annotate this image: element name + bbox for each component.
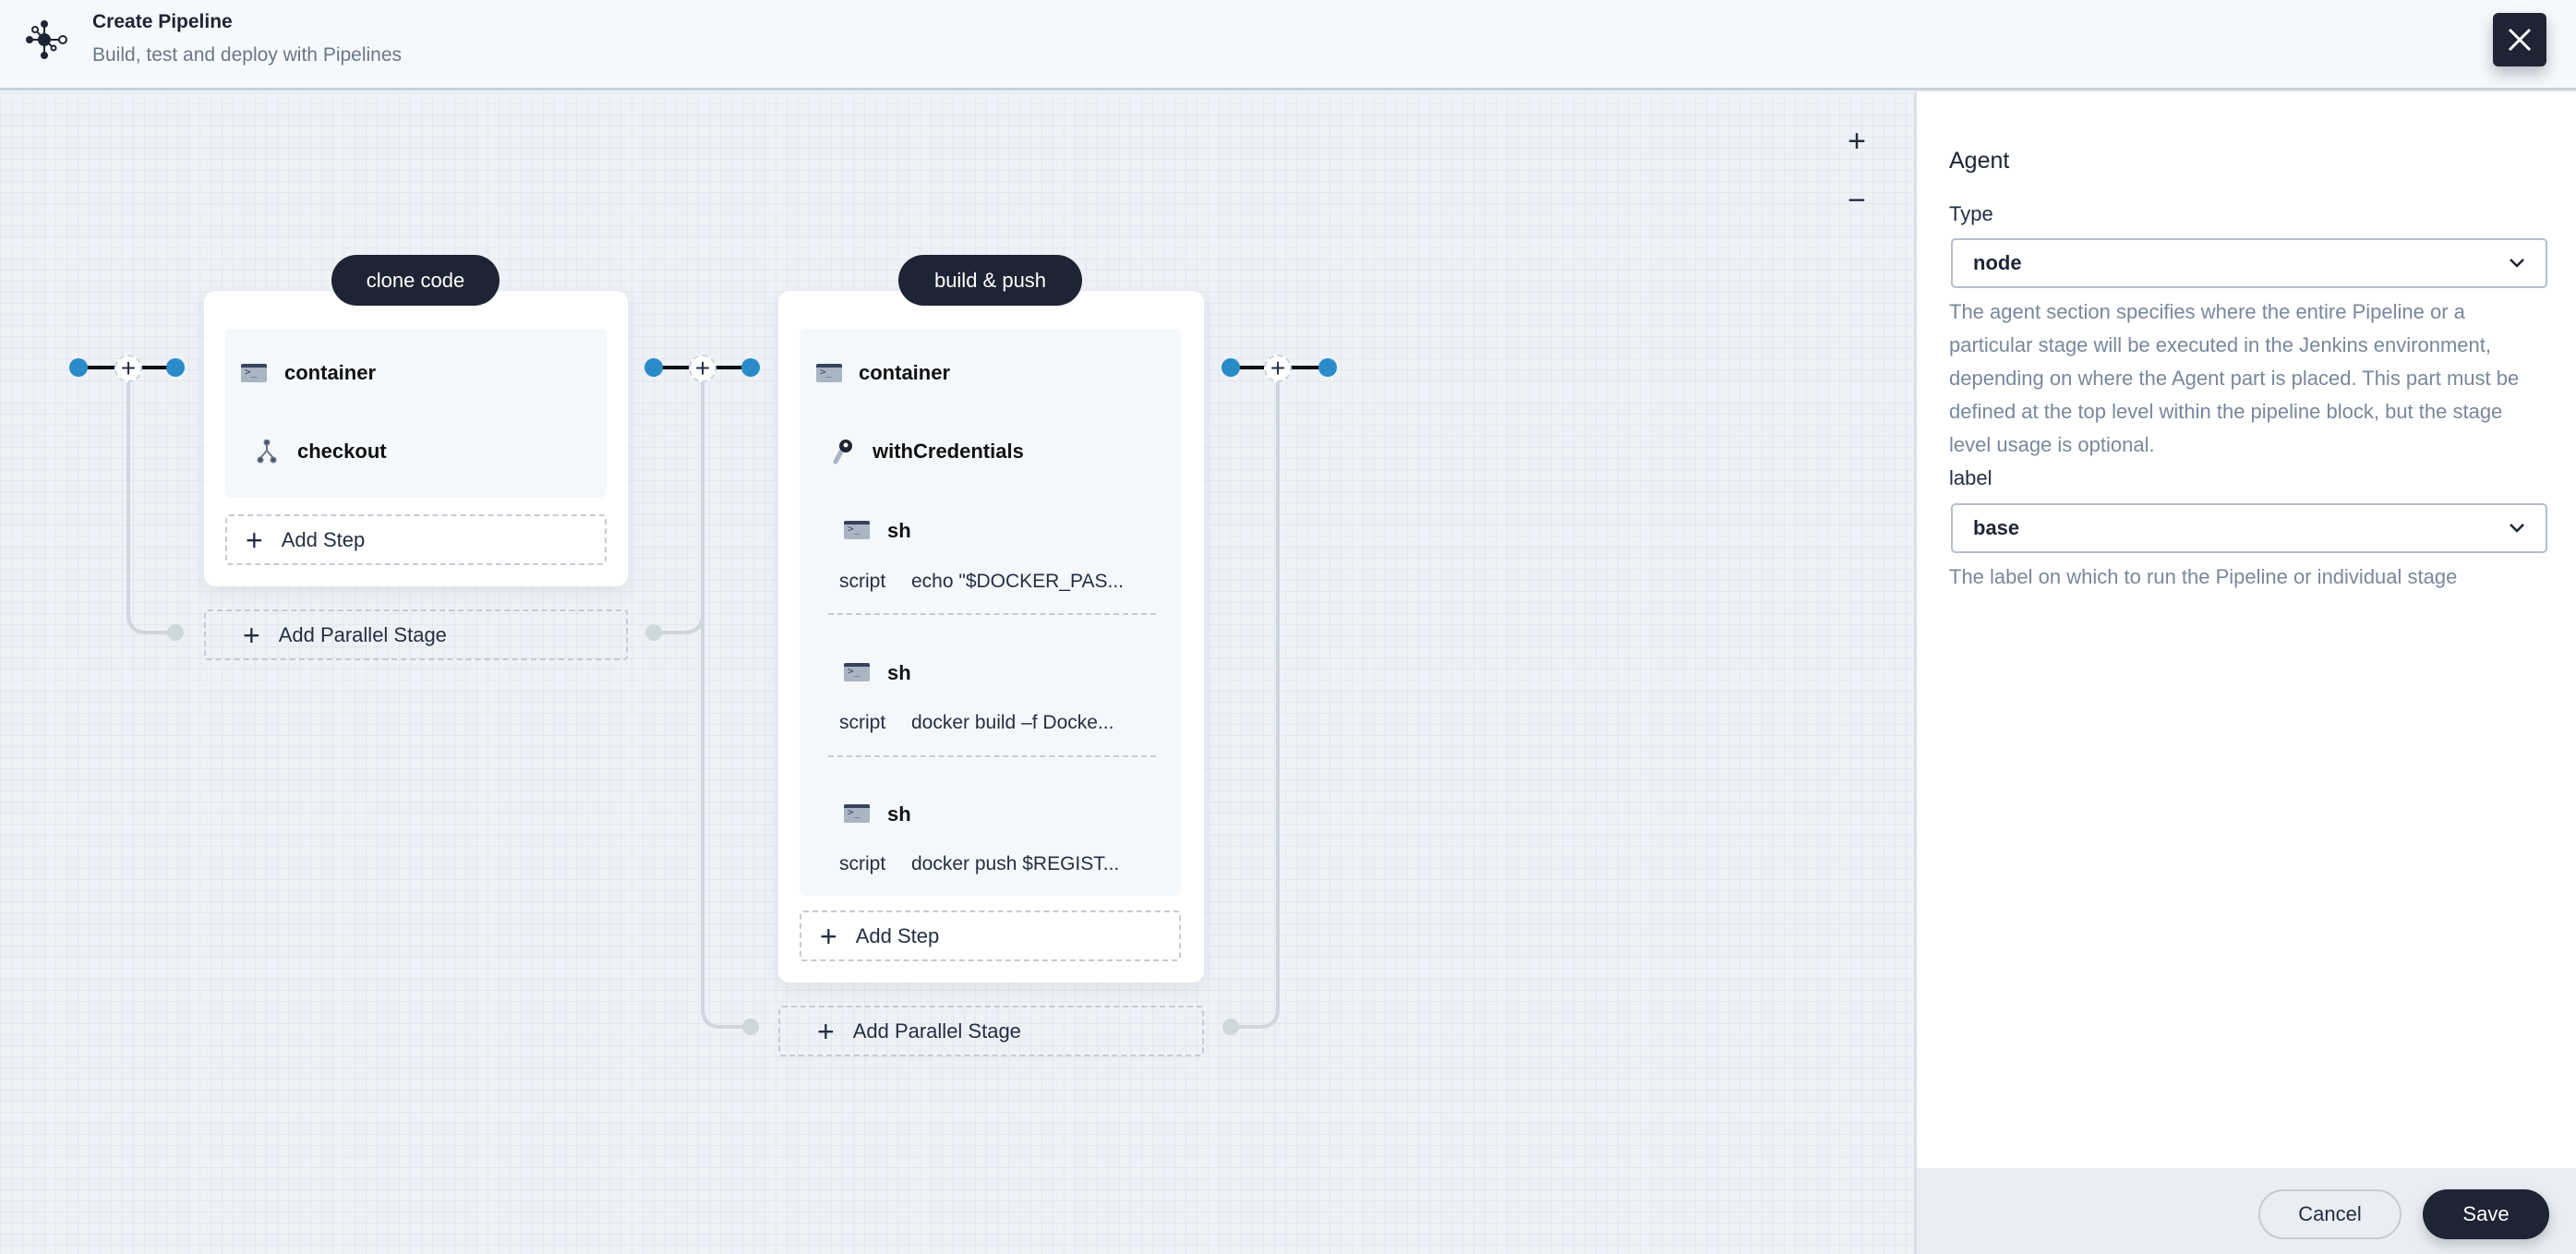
git-branch-icon (257, 440, 277, 464)
plus-icon: + (817, 1014, 835, 1048)
close-button[interactable] (2493, 13, 2546, 66)
step-sh[interactable]: sh (887, 519, 911, 543)
save-button[interactable]: Save (2423, 1189, 2549, 1239)
panel-footer: Cancel Save (1914, 1168, 2576, 1254)
add-step-button[interactable]: + Add Step (225, 514, 607, 565)
add-stage-button[interactable]: + (689, 354, 716, 382)
step-divider (828, 613, 1156, 615)
terminal-icon (816, 364, 842, 382)
add-parallel-label: Add Parallel Stage (852, 1019, 1021, 1043)
step-container[interactable]: container (284, 361, 376, 385)
plus-icon: + (820, 919, 837, 953)
key-icon (833, 440, 852, 464)
label-select-value: base (1973, 516, 2020, 539)
label-description: The label on which to run the Pipeline o… (1949, 565, 2458, 588)
chevron-down-icon (2510, 524, 2524, 533)
add-step-label: Add Step (281, 527, 366, 551)
cancel-button[interactable]: Cancel (2258, 1189, 2401, 1239)
terminal-icon (844, 521, 870, 539)
agent-settings-panel: Agent Type node The agent section specif… (1914, 92, 2576, 1168)
chevron-down-icon (2510, 259, 2524, 268)
step-checkout[interactable]: checkout (297, 440, 387, 464)
label-select[interactable]: base (1951, 503, 2547, 553)
step-param-label: script (839, 853, 886, 874)
step-param-value: echo "$DOCKER_PAS... (911, 571, 1124, 592)
step-container[interactable]: container (859, 361, 950, 385)
add-parallel-label: Add Parallel Stage (278, 622, 447, 646)
step-sh[interactable]: sh (887, 802, 911, 826)
add-parallel-stage-button[interactable]: + Add Parallel Stage (778, 1006, 1204, 1056)
close-icon (2508, 28, 2532, 52)
stage-title[interactable]: clone code (331, 255, 500, 306)
type-select[interactable]: node (1951, 238, 2547, 288)
type-description: The agent section specifies where the en… (1949, 300, 2520, 456)
type-select-value: node (1973, 251, 2022, 274)
step-param-value: docker push $REGIST... (911, 853, 1120, 874)
label-label: label (1949, 466, 1992, 489)
step-param-value: docker build –f Docke... (911, 712, 1114, 733)
add-stage-button[interactable]: + (114, 354, 142, 382)
type-label: Type (1949, 202, 1993, 225)
step-sh[interactable]: sh (887, 661, 911, 685)
add-stage-button[interactable]: + (1264, 354, 1292, 382)
pipeline-canvas[interactable]: + + + + − clone code container checkout … (0, 92, 1914, 1254)
plus-icon: + (246, 523, 263, 557)
step-param-label: script (839, 571, 886, 592)
terminal-icon (241, 364, 267, 382)
add-parallel-stage-button[interactable]: + Add Parallel Stage (204, 609, 628, 660)
stage-title[interactable]: build & push (898, 255, 1082, 306)
panel-heading: Agent (1949, 148, 2010, 174)
terminal-icon (844, 663, 870, 681)
zoom-out-button[interactable]: − (1838, 182, 1875, 219)
zoom-in-button[interactable]: + (1838, 123, 1875, 160)
add-step-button[interactable]: + Add Step (800, 910, 1181, 961)
step-divider (828, 755, 1156, 757)
step-withcredentials[interactable]: withCredentials (873, 440, 1024, 464)
add-step-label: Add Step (855, 923, 940, 947)
step-list (225, 329, 607, 498)
terminal-icon (844, 804, 870, 823)
step-param-label: script (839, 712, 886, 733)
plus-icon: + (243, 618, 260, 652)
